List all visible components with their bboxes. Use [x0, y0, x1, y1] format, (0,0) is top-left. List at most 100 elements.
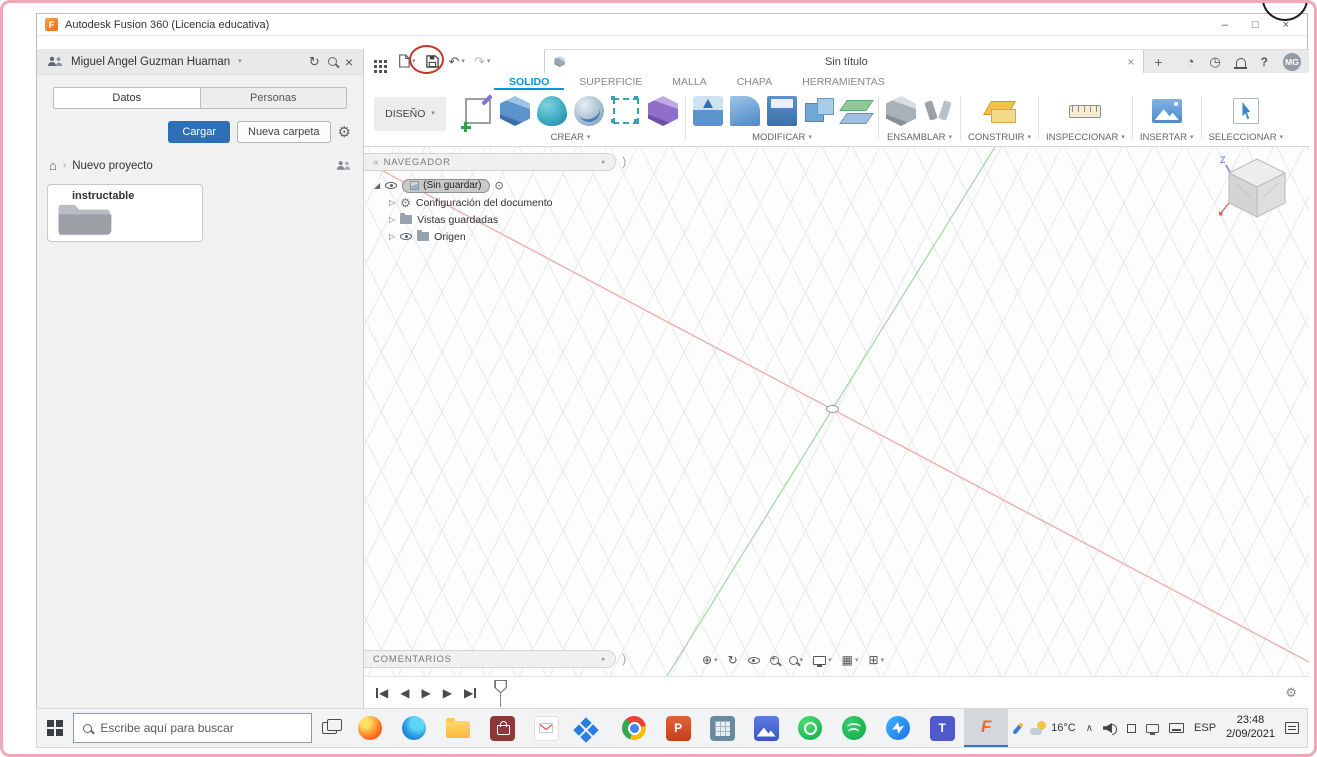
- taskbar-app-file-explorer[interactable]: [436, 709, 480, 747]
- tree-row-origin[interactable]: ▷ Origen: [389, 228, 553, 245]
- taskbar-app-dropbox[interactable]: [568, 709, 612, 747]
- chevron-down-icon[interactable]: ▾: [238, 58, 242, 65]
- taskbar-app-chrome[interactable]: [612, 709, 656, 747]
- language-indicator[interactable]: ESP: [1194, 722, 1216, 734]
- combine-icon[interactable]: [804, 96, 834, 126]
- maximize-button[interactable]: □: [1252, 19, 1259, 31]
- pattern-icon[interactable]: [613, 98, 639, 124]
- document-root-pill[interactable]: (Sin guardar): [402, 179, 489, 193]
- group-dropdown-insertar[interactable]: INSERTAR▾: [1140, 132, 1194, 143]
- base-feature-icon[interactable]: ★: [648, 96, 678, 126]
- fillet-icon[interactable]: [730, 96, 760, 126]
- timeline-gear-icon[interactable]: ⚙: [1285, 685, 1297, 701]
- activate-target-icon[interactable]: ⊙: [495, 179, 504, 192]
- avatar[interactable]: MG: [1283, 53, 1301, 71]
- taskbar-app-photos[interactable]: [744, 709, 788, 747]
- show-hidden-icons-chevron[interactable]: ∧: [1086, 723, 1093, 734]
- tree-expanded-icon[interactable]: ◢: [374, 182, 380, 190]
- ribbon-tab-superficie[interactable]: SUPERFICIE: [564, 73, 657, 90]
- grid-settings-icon[interactable]: ▦▾: [842, 653, 859, 667]
- ribbon-tab-malla[interactable]: MALLA: [657, 73, 721, 90]
- account-name[interactable]: Miguel Angel Guzman Huaman: [71, 56, 230, 68]
- create-sketch-icon[interactable]: [465, 98, 491, 124]
- taskbar-app-calculator[interactable]: [700, 709, 744, 747]
- clock-icon[interactable]: ◷: [1209, 55, 1220, 68]
- step-forward-button[interactable]: ▶: [443, 686, 452, 700]
- action-center-icon[interactable]: [1285, 722, 1299, 734]
- new-folder-button[interactable]: Nueva carpeta: [237, 121, 331, 143]
- viewports-icon[interactable]: ⊞▾: [869, 653, 885, 667]
- safely-remove-icon[interactable]: [1127, 724, 1136, 733]
- panel-dot-icon[interactable]: ●: [601, 159, 606, 166]
- tree-row-doc-settings[interactable]: ▷ ⚙ Configuración del documento: [389, 194, 553, 211]
- task-view-button[interactable]: [312, 709, 348, 747]
- select-icon[interactable]: [1233, 98, 1259, 124]
- start-button[interactable]: [37, 709, 73, 747]
- press-pull-icon[interactable]: [693, 96, 723, 126]
- origin-marker[interactable]: [826, 405, 839, 413]
- collapse-icon[interactable]: «: [373, 157, 378, 168]
- tab-datos[interactable]: Datos: [53, 87, 201, 109]
- eye-icon[interactable]: [400, 233, 412, 240]
- panel-resize-handle[interactable]: ): [622, 651, 626, 666]
- gear-icon[interactable]: ⚙: [338, 125, 351, 140]
- notifications-bell-icon[interactable]: [1236, 58, 1246, 67]
- shell-icon[interactable]: [767, 96, 797, 126]
- taskbar-app-edge[interactable]: [392, 709, 436, 747]
- close-panel-icon[interactable]: ×: [345, 55, 353, 69]
- taskbar-clock[interactable]: 23:48 2/09/2021: [1226, 714, 1275, 742]
- taskbar-app-mail[interactable]: [524, 709, 568, 747]
- skip-to-end-button[interactable]: ▶: [464, 686, 476, 700]
- viewport-canvas[interactable]: Z « NAVEGADOR ● ): [364, 147, 1309, 676]
- pan-icon[interactable]: ⊕▾: [702, 653, 718, 667]
- touch-keyboard-icon[interactable]: [1169, 723, 1184, 733]
- zoom-icon[interactable]: ▾: [789, 656, 804, 665]
- close-tab-icon[interactable]: ×: [1127, 56, 1134, 68]
- taskbar-app-spotify[interactable]: [832, 709, 876, 747]
- taskbar-app-messenger[interactable]: [876, 709, 920, 747]
- panel-dot-icon[interactable]: ●: [601, 656, 606, 663]
- form-icon[interactable]: [537, 96, 567, 126]
- new-tab-icon[interactable]: +: [1154, 55, 1162, 69]
- insert-canvas-icon[interactable]: [1152, 99, 1182, 123]
- document-tab[interactable]: Sin título ×: [544, 50, 1144, 73]
- project-members-icon[interactable]: [336, 160, 351, 171]
- volume-icon[interactable]: [1103, 722, 1117, 734]
- measure-icon[interactable]: [1069, 105, 1101, 118]
- extrude-icon[interactable]: [500, 96, 530, 126]
- refresh-icon[interactable]: ↻: [309, 55, 320, 68]
- workspace-selector-button[interactable]: DISEÑO ▾: [374, 97, 446, 131]
- display-tray-icon[interactable]: [1146, 724, 1159, 733]
- group-dropdown-construir[interactable]: CONSTRUIR▾: [968, 132, 1031, 143]
- viewcube[interactable]: Z: [1217, 151, 1297, 235]
- help-icon[interactable]: ?: [1261, 55, 1268, 69]
- tab-personas[interactable]: Personas: [201, 87, 348, 109]
- upload-button[interactable]: Cargar: [168, 121, 230, 143]
- revolve-icon[interactable]: [574, 96, 604, 126]
- taskbar-app-fusion-360[interactable]: F: [964, 709, 1008, 747]
- redo-button[interactable]: ↷ ▾: [474, 55, 490, 68]
- taskbar-search-input[interactable]: Escribe aquí para buscar: [73, 713, 311, 743]
- browser-panel-header[interactable]: « NAVEGADOR ●: [364, 153, 616, 171]
- undo-button[interactable]: ↶ ▾: [449, 55, 465, 68]
- orbit-icon[interactable]: ↻: [728, 653, 738, 667]
- taskbar-app-whatsapp[interactable]: [788, 709, 832, 747]
- group-dropdown-seleccionar[interactable]: SELECCIONAR▾: [1209, 132, 1284, 143]
- weather-widget[interactable]: 16°C: [1030, 721, 1076, 736]
- windows-ink-pen-icon[interactable]: [1012, 722, 1023, 735]
- search-icon[interactable]: [328, 57, 337, 66]
- ribbon-tab-herramientas[interactable]: HERRAMIENTAS: [787, 73, 900, 90]
- tree-collapsed-icon[interactable]: ▷: [389, 233, 395, 241]
- project-name[interactable]: Nuevo proyecto: [72, 160, 153, 172]
- group-dropdown-ensamblar[interactable]: ENSAMBLAR▾: [887, 132, 952, 143]
- ribbon-tab-chapa[interactable]: CHAPA: [722, 73, 787, 90]
- construction-plane-icon[interactable]: [985, 96, 1015, 126]
- taskbar-app-teams[interactable]: T: [920, 709, 964, 747]
- home-icon[interactable]: ⌂: [49, 159, 57, 172]
- taskbar-app-powerpoint[interactable]: P: [656, 709, 700, 747]
- eye-icon[interactable]: [385, 182, 397, 189]
- group-dropdown-inspeccionar[interactable]: INSPECCIONAR▾: [1046, 132, 1125, 143]
- taskbar-app-store[interactable]: [480, 709, 524, 747]
- data-panel-toggle-icon[interactable]: [374, 60, 377, 63]
- group-dropdown-crear[interactable]: CREAR▾: [551, 132, 591, 143]
